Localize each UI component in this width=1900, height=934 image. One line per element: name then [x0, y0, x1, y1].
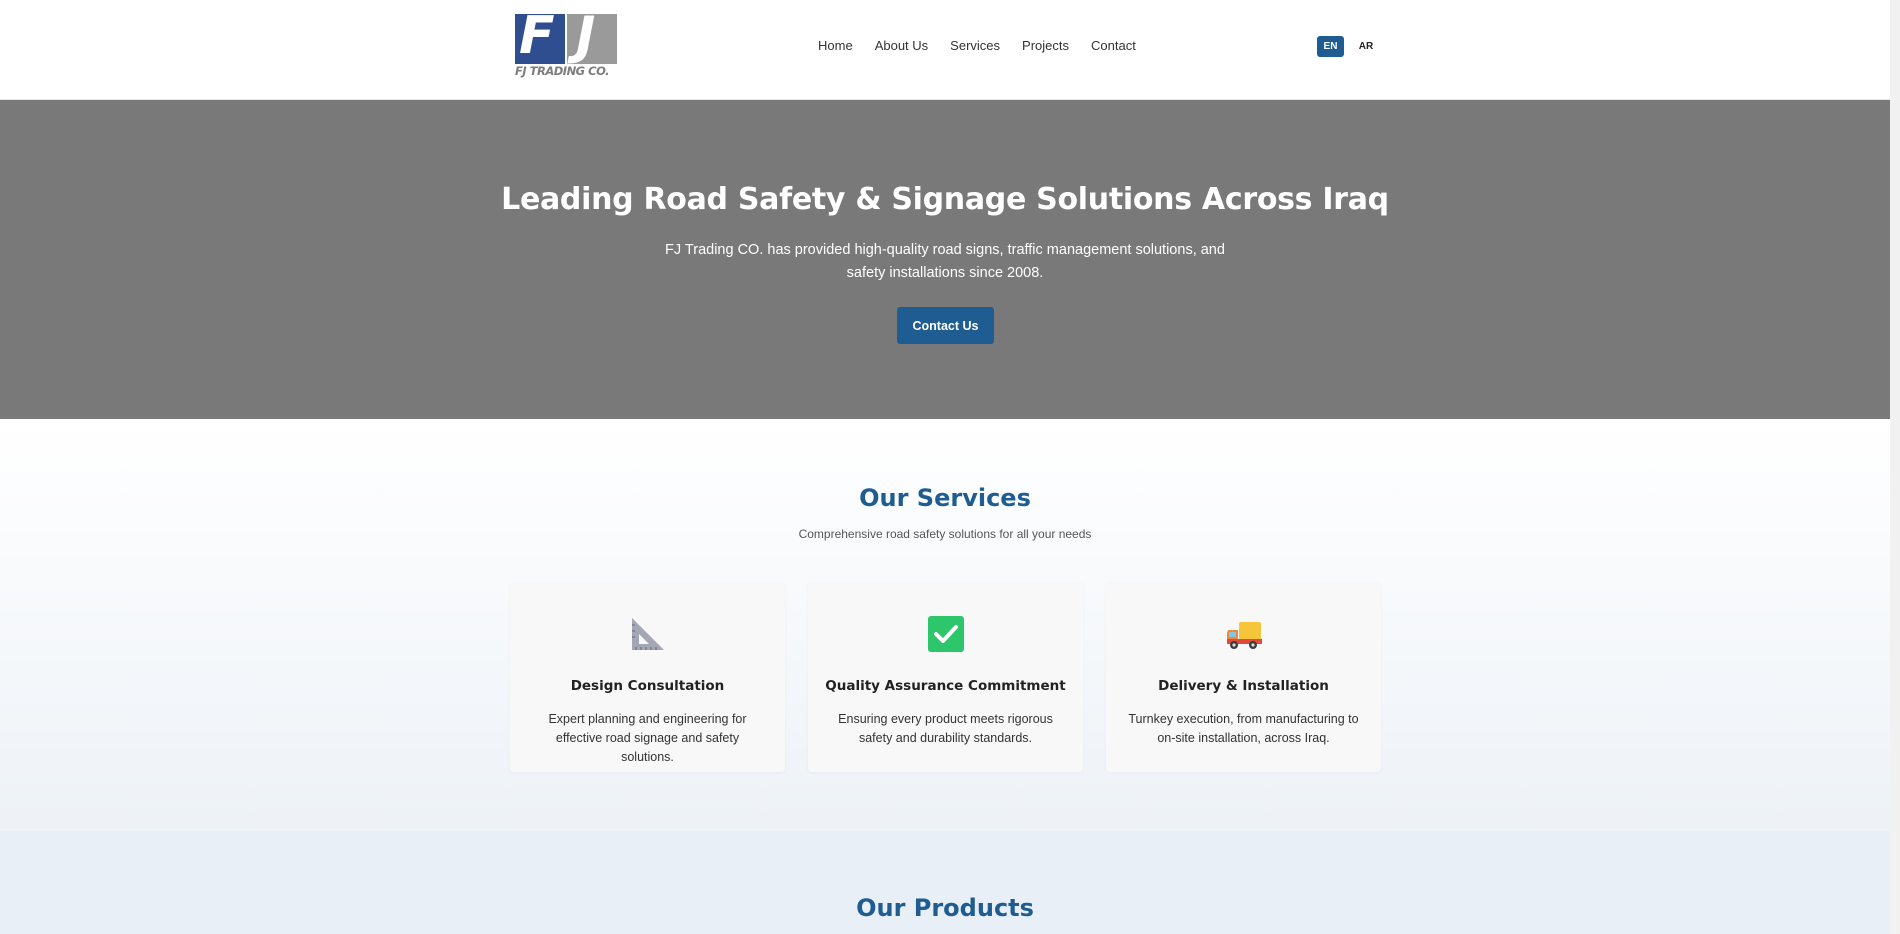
nav-contact[interactable]: Contact: [1091, 38, 1136, 53]
delivery-truck-icon: [1227, 622, 1262, 649]
products-section: Our Products: [0, 831, 1900, 934]
services-title: Our Services: [859, 484, 1031, 512]
triangular-ruler-icon: [632, 618, 664, 650]
main-nav: Home About Us Services Projects Contact: [818, 38, 1158, 53]
service-card-title: Design Consultation: [570, 678, 725, 694]
hero-section: Leading Road Safety & Signage Solutions …: [0, 100, 1900, 419]
company-logo[interactable]: F J FJ TRADING CO.: [515, 10, 621, 80]
nav-services[interactable]: Services: [950, 38, 1000, 53]
nav-projects[interactable]: Projects: [1022, 38, 1069, 53]
nav-about-us[interactable]: About Us: [875, 38, 928, 53]
logo-letter-f: F: [519, 6, 555, 66]
service-card-text: Ensuring every product meets rigorous sa…: [838, 712, 1053, 745]
service-card-text: Turnkey execution, from manufacturing to…: [1128, 712, 1359, 745]
page-scrollbar[interactable]: [1890, 0, 1900, 934]
products-title: Our Products: [856, 894, 1034, 922]
services-section: Our Services Comprehensive road safety s…: [0, 419, 1900, 831]
language-ar-button[interactable]: AR: [1356, 36, 1376, 57]
services-subtitle: Comprehensive road safety solutions for …: [798, 527, 1092, 541]
language-en-button[interactable]: EN: [1317, 36, 1344, 57]
logo-letter-j: J: [576, 6, 595, 66]
service-card-design[interactable]: Design Consultation Expert planning and …: [510, 582, 785, 772]
service-card-delivery[interactable]: Delivery & Installation Turnkey executio…: [1106, 582, 1381, 772]
service-card-title: Quality Assurance Commitment: [825, 678, 1066, 694]
contact-us-button[interactable]: Contact Us: [897, 307, 994, 344]
logo-wordmark: FJ TRADING CO.: [515, 64, 609, 78]
service-card-quality[interactable]: Quality Assurance Commitment Ensuring ev…: [808, 582, 1083, 772]
hero-title: Leading Road Safety & Signage Solutions …: [501, 182, 1389, 217]
check-mark-icon: [928, 616, 964, 652]
service-card-text: Expert planning and engineering for effe…: [548, 712, 747, 764]
nav-home[interactable]: Home: [818, 38, 853, 53]
hero-subtitle: FJ Trading CO. has provided high-quality…: [665, 242, 1225, 281]
service-card-title: Delivery & Installation: [1158, 678, 1329, 694]
site-header: F J FJ TRADING CO. Home About Us Service…: [0, 0, 1900, 100]
